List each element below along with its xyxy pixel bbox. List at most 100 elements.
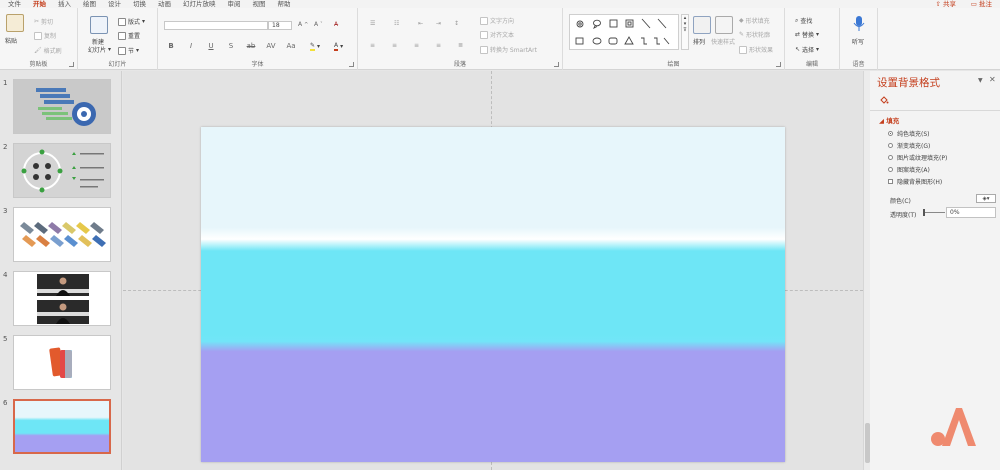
microphone-icon[interactable]	[853, 15, 865, 33]
paste-button[interactable]: 粘贴	[5, 36, 17, 45]
shape-effects-button[interactable]: 形状效果	[739, 45, 773, 54]
arrange-icon[interactable]	[693, 16, 711, 34]
slide-thumbnail-3[interactable]	[13, 207, 111, 262]
tab-design[interactable]: 设计	[102, 0, 127, 8]
solid-fill-option[interactable]: 纯色填充(S)	[888, 129, 930, 138]
clear-format-icon[interactable]: A̶	[334, 21, 338, 28]
radio-selected[interactable]	[888, 131, 893, 136]
highlight-color-button[interactable]: ✎ ▾	[310, 42, 320, 51]
dictate-button[interactable]: 听写	[852, 37, 864, 46]
hide-background-option[interactable]: 隐藏背景图形(H)	[888, 177, 942, 186]
change-case-button[interactable]: Aa	[286, 42, 296, 50]
tab-slideshow[interactable]: 幻灯片放映	[177, 0, 222, 8]
grow-font-button[interactable]: A ^	[298, 21, 308, 28]
picture-fill-option[interactable]: 图片或纹理填充(P)	[888, 153, 947, 162]
pattern-fill-option[interactable]: 图案填充(A)	[888, 165, 930, 174]
paragraph-group: ☰ ☷ ⇤ ⇥ ↕ ≡ ≡ ≡ ≡ ≣ 文字方向 对齐文本 转换为 SmartA…	[358, 8, 563, 70]
slide-thumbnail-2[interactable]	[13, 143, 111, 198]
strikethrough-button[interactable]: ab	[246, 42, 256, 50]
font-name-dropdown[interactable]	[164, 21, 268, 30]
shadow-button[interactable]: S	[226, 42, 236, 50]
slide-1-preview	[36, 88, 96, 126]
new-slide-icon[interactable]	[90, 16, 108, 34]
transparency-slider[interactable]	[923, 212, 945, 213]
smartart-label: 转换为 SmartArt	[490, 47, 537, 54]
slide-thumbnail-1[interactable]	[13, 79, 111, 134]
decrease-indent-button[interactable]: ⇤	[418, 20, 423, 27]
tab-view[interactable]: 视图	[247, 0, 272, 8]
tab-review[interactable]: 审阅	[222, 0, 247, 8]
radio[interactable]	[888, 167, 893, 172]
shapes-gallery[interactable]	[569, 14, 679, 50]
format-painter-button[interactable]: 🖌 格式刷	[34, 46, 62, 55]
increase-indent-button[interactable]: ⇥	[436, 20, 441, 27]
font-size-dropdown[interactable]: 18	[268, 21, 292, 30]
checkbox[interactable]	[888, 179, 893, 184]
gradient-fill-option[interactable]: 渐变填充(G)	[888, 141, 930, 150]
numbering-button[interactable]: ☷	[394, 20, 399, 27]
align-center-button[interactable]: ≡	[392, 42, 397, 49]
align-right-button[interactable]: ≡	[414, 42, 419, 49]
shapes-gallery-scroll[interactable]: ▴ ▾ ⊽	[681, 14, 689, 50]
vertical-scrollbar[interactable]	[863, 71, 870, 470]
cut-button[interactable]: ✂ 剪切	[34, 17, 53, 26]
align-text-button[interactable]: 对齐文本	[480, 30, 514, 39]
current-slide-canvas[interactable]	[201, 127, 785, 462]
replace-button[interactable]: ⇄ 替换 ▾	[795, 30, 819, 39]
font-color-button[interactable]: A ▾	[334, 42, 343, 51]
chevron-down-icon[interactable]: ▼	[978, 77, 983, 84]
new-slide-button-2[interactable]: 幻灯片 ▾	[88, 45, 111, 54]
shapes-gallery-icons	[575, 18, 670, 45]
italic-button[interactable]: I	[186, 42, 196, 50]
transparency-input[interactable]: 0%	[946, 207, 996, 218]
font-launcher-icon[interactable]	[349, 62, 354, 67]
comment-button[interactable]: ▭ 批注	[971, 0, 992, 8]
pen-icon: ✎	[739, 31, 745, 38]
paste-icon[interactable]	[6, 14, 24, 32]
color-picker-button[interactable]: ◈▾	[976, 194, 996, 203]
drawing-launcher-icon[interactable]	[776, 62, 781, 67]
slide-thumbnail-5[interactable]	[13, 335, 111, 390]
reset-button[interactable]: 重置	[118, 31, 140, 40]
justify-button[interactable]: ≡	[436, 42, 441, 49]
arrange-button[interactable]: 排列	[693, 37, 705, 46]
select-button[interactable]: ↖ 选择 ▾	[795, 45, 819, 54]
radio[interactable]	[888, 143, 893, 148]
tab-insert[interactable]: 插入	[52, 0, 77, 8]
bold-button[interactable]: B	[166, 42, 176, 50]
shape-outline-button[interactable]: ✎ 形状轮廓	[739, 30, 770, 39]
share-button[interactable]: ⇧ 共享	[935, 0, 956, 8]
text-direction-button[interactable]: 文字方向	[480, 16, 514, 25]
quick-styles-button[interactable]: 快速样式	[711, 37, 735, 46]
bullets-button[interactable]: ☰	[370, 20, 375, 27]
fill-section-label: 填充	[886, 117, 900, 125]
shape-fill-button[interactable]: ◆ 形状填充	[739, 16, 770, 25]
tab-file[interactable]: 文件	[2, 0, 27, 8]
align-left-button[interactable]: ≡	[370, 42, 375, 49]
find-button[interactable]: ⌕ 查找	[795, 16, 812, 26]
slide-thumbnail-6[interactable]	[13, 399, 111, 454]
section-button[interactable]: 节 ▾	[118, 46, 139, 55]
paragraph-launcher-icon[interactable]	[554, 62, 559, 67]
tab-help[interactable]: 帮助	[272, 0, 297, 8]
tab-draw[interactable]: 绘图	[77, 0, 102, 8]
paint-bucket-icon[interactable]	[879, 95, 889, 105]
layout-button[interactable]: 版式 ▾	[118, 17, 145, 26]
char-spacing-button[interactable]: AV	[266, 42, 276, 50]
quick-styles-icon[interactable]	[715, 16, 733, 34]
fill-section-header[interactable]: ◢ 填充	[879, 115, 899, 125]
radio[interactable]	[888, 155, 893, 160]
tab-animations[interactable]: 动画	[152, 0, 177, 8]
close-icon[interactable]: ✕	[989, 75, 996, 84]
line-spacing-button[interactable]: ↕	[454, 20, 459, 27]
shrink-font-button[interactable]: Aˇ	[314, 21, 323, 28]
slide-thumbnail-4[interactable]	[13, 271, 111, 326]
distributed-button[interactable]: ≣	[458, 42, 463, 49]
clipboard-launcher-icon[interactable]	[69, 62, 74, 67]
smartart-button[interactable]: 转换为 SmartArt	[480, 45, 537, 54]
editing-group: ⌕ 查找 ⇄ 替换 ▾ ↖ 选择 ▾ 编辑	[785, 8, 840, 70]
underline-button[interactable]: U	[206, 42, 216, 50]
copy-button[interactable]: 复制	[34, 31, 56, 40]
tab-transitions[interactable]: 切换	[127, 0, 152, 8]
transparency-slider-handle[interactable]	[923, 209, 925, 216]
